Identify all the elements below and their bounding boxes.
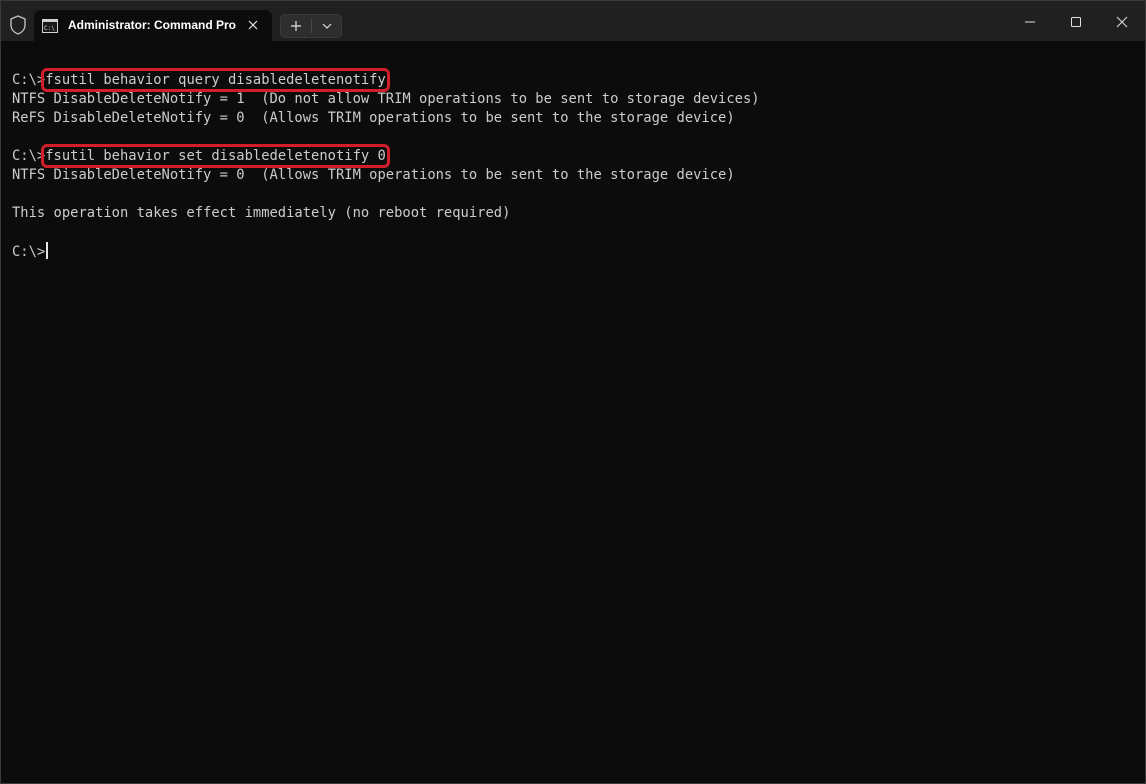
terminal-output[interactable]: C:\>fsutil behavior query disabledeleten… [12, 68, 760, 261]
close-tab-icon[interactable] [246, 18, 260, 32]
prompt: C:\> [12, 244, 46, 260]
terminal-line: C:\>fsutil behavior query disabledeleten… [12, 68, 760, 92]
tab-title: Administrator: Command Pro [68, 18, 237, 32]
prompt: C:\> [12, 72, 46, 88]
output-text: This operation takes effect immediately … [12, 205, 511, 221]
close-window-button[interactable] [1099, 1, 1145, 41]
minimize-icon [1025, 21, 1035, 23]
command-text: fsutil behavior set disabledeletenotify … [41, 144, 390, 168]
tab-dropdown-button[interactable] [312, 15, 342, 37]
maximize-button[interactable] [1053, 1, 1099, 41]
prompt: C:\> [12, 148, 46, 164]
command-text: fsutil behavior query disabledeletenotif… [41, 68, 390, 92]
terminal-line: NTFS DisableDeleteNotify = 0 (Allows TRI… [12, 166, 760, 185]
output-text: NTFS DisableDeleteNotify = 0 (Allows TRI… [12, 167, 735, 183]
minimize-button[interactable] [1007, 1, 1053, 41]
close-icon [1116, 16, 1128, 28]
output-text: ReFS DisableDeleteNotify = 0 (Allows TRI… [12, 110, 735, 126]
shield-icon [10, 15, 26, 35]
terminal-line: NTFS DisableDeleteNotify = 1 (Do not all… [12, 90, 760, 109]
output-text: NTFS DisableDeleteNotify = 1 (Do not all… [12, 91, 760, 107]
plus-icon [291, 21, 301, 31]
chevron-down-icon [322, 23, 332, 29]
svg-text:C:\: C:\ [44, 25, 55, 32]
terminal-window: C:\ Administrator: Command Pro C:\>fsuti… [0, 0, 1146, 784]
maximize-icon [1071, 17, 1081, 27]
terminal-line: C:\> [12, 242, 760, 261]
terminal-icon: C:\ [42, 19, 58, 33]
terminal-line: C:\>fsutil behavior set disabledeletenot… [12, 144, 760, 168]
text-cursor [46, 242, 49, 259]
terminal-line: ReFS DisableDeleteNotify = 0 (Allows TRI… [12, 109, 760, 128]
title-bar[interactable]: C:\ Administrator: Command Pro [1, 1, 1145, 41]
new-tab-group [280, 14, 342, 38]
tab-command-prompt[interactable]: C:\ Administrator: Command Pro [34, 10, 272, 41]
new-tab-button[interactable] [281, 15, 311, 37]
terminal-line: This operation takes effect immediately … [12, 204, 760, 223]
